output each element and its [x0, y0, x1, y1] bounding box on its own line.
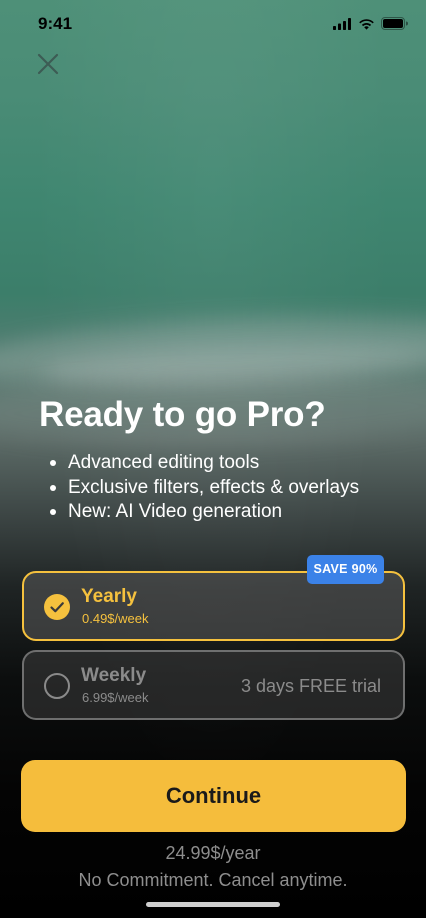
home-indicator[interactable]: [146, 902, 280, 907]
plan-price-yearly: 0.49$/week: [82, 611, 149, 626]
signal-icon: [333, 17, 351, 30]
continue-button[interactable]: Continue: [21, 760, 406, 832]
plan-option-weekly[interactable]: Weekly 6.99$/week 3 days FREE trial: [22, 650, 405, 720]
paywall-title: Ready to go Pro?: [39, 395, 326, 434]
close-button[interactable]: [34, 50, 62, 78]
bullet-icon: [50, 460, 56, 467]
status-time: 9:41: [38, 14, 73, 33]
status-bar: 9:41: [0, 0, 426, 50]
commitment-note: No Commitment. Cancel anytime.: [78, 870, 348, 890]
feature-item: Advanced editing tools: [50, 451, 359, 476]
bullet-icon: [50, 509, 56, 516]
battery-icon: [381, 17, 408, 30]
feature-text: New: AI Video generation: [68, 501, 283, 522]
paywall-screen: 9:41 Ready to go Pro? Advanced editing t…: [0, 0, 426, 918]
plan-price-weekly: 6.99$/week: [82, 690, 149, 705]
close-icon: [37, 53, 59, 75]
save-badge: SAVE 90%: [307, 555, 384, 584]
bullet-icon: [50, 484, 56, 491]
feature-list: Advanced editing tools Exclusive filters…: [50, 451, 359, 525]
feature-item: Exclusive filters, effects & overlays: [50, 476, 359, 501]
feature-item: New: AI Video generation: [50, 500, 359, 525]
plan-name-weekly: Weekly: [81, 665, 147, 686]
wifi-icon: [359, 18, 374, 30]
trial-label: 3 days FREE trial: [240, 676, 381, 696]
radio-empty-icon: [44, 673, 70, 699]
checkmark-icon: [44, 594, 70, 620]
price-note: 24.99$/year: [165, 843, 261, 863]
status-icons: [333, 17, 408, 30]
feature-text: Exclusive filters, effects & overlays: [68, 476, 360, 498]
plan-name-yearly: Yearly: [81, 586, 137, 607]
feature-text: Advanced editing tools: [68, 452, 260, 473]
